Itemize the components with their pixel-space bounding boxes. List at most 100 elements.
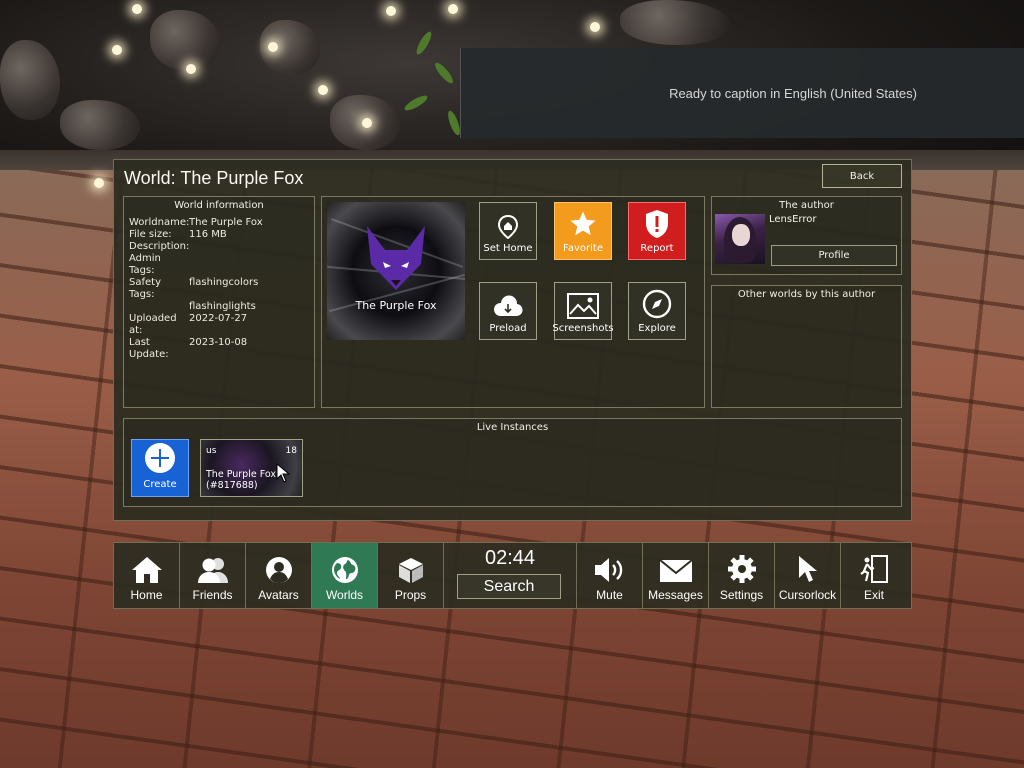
avatar[interactable] xyxy=(715,214,765,264)
cursorlock-button[interactable]: Cursorlock xyxy=(775,543,841,608)
profile-button[interactable]: Profile xyxy=(771,245,897,266)
string-light xyxy=(132,4,142,14)
string-light xyxy=(590,22,600,32)
author-heading: The author xyxy=(779,200,834,211)
exit-icon xyxy=(860,555,888,583)
image-icon xyxy=(567,293,599,319)
string-light xyxy=(386,6,396,16)
avatar-icon xyxy=(265,557,292,584)
favorite-button[interactable]: Favorite xyxy=(554,202,612,260)
messages-button[interactable]: Messages xyxy=(643,543,709,608)
speaker-icon xyxy=(594,558,622,582)
clock-search-area: 02:44 Search xyxy=(444,543,577,608)
info-row: flashinglights xyxy=(124,301,314,313)
string-light xyxy=(318,85,328,95)
report-label: Report xyxy=(640,243,674,254)
worlds-button[interactable]: Worlds xyxy=(312,543,378,608)
world-information-box: World information Worldname: The Purple F… xyxy=(123,196,315,408)
screenshots-label: Screenshots xyxy=(552,323,614,334)
home-label: Home xyxy=(130,588,163,602)
live-instances-box: Live Instances Create us 18 The Purple F… xyxy=(123,418,902,507)
set-home-label: Set Home xyxy=(483,243,533,254)
info-key: Worldname: xyxy=(129,217,190,228)
search-button[interactable]: Search xyxy=(457,574,561,599)
cloud-download-icon xyxy=(493,295,523,317)
instance-region: us xyxy=(206,446,217,456)
info-key: Last Update: xyxy=(129,337,169,360)
mouse-cursor-icon xyxy=(276,463,290,483)
settings-label: Settings xyxy=(719,588,764,602)
clock: 02:44 xyxy=(484,547,536,569)
thumbnail-label: The Purple Fox xyxy=(355,299,437,312)
mute-button[interactable]: Mute xyxy=(577,543,643,608)
compass-icon xyxy=(642,289,672,319)
back-button[interactable]: Back xyxy=(822,164,902,188)
preload-button[interactable]: Preload xyxy=(479,282,537,340)
map-pin-icon xyxy=(497,215,519,239)
string-light xyxy=(112,45,122,55)
world-information-heading: World information xyxy=(174,200,264,211)
main-menu-dock: Home Friends Avatars Worlds Props 02:44 … xyxy=(113,542,912,609)
friends-button[interactable]: Friends xyxy=(180,543,246,608)
info-value: 2023-10-08 xyxy=(189,337,248,348)
create-label: Create xyxy=(143,479,177,490)
home-icon xyxy=(131,557,162,583)
author-box: The author LensError Profile xyxy=(711,196,902,275)
globe-icon xyxy=(331,557,358,583)
preload-label: Preload xyxy=(489,323,527,334)
favorite-label: Favorite xyxy=(563,243,603,254)
gear-icon xyxy=(727,555,756,583)
caption-panel: Ready to caption in English (United Stat… xyxy=(460,48,1024,138)
live-instances-heading: Live Instances xyxy=(476,422,549,433)
home-button[interactable]: Home xyxy=(114,543,180,608)
set-home-button[interactable]: Set Home xyxy=(479,202,537,260)
props-label: Props xyxy=(394,588,427,602)
world-actions-box: The Purple Fox Set Home Favorite Report xyxy=(321,196,705,408)
world-thumbnail: The Purple Fox xyxy=(327,202,465,340)
create-instance-button[interactable]: Create xyxy=(131,439,189,497)
info-row: Safety Tags: flashingcolors xyxy=(124,277,314,301)
instance-world-name: The Purple Fox xyxy=(206,469,276,480)
explore-label: Explore xyxy=(638,323,676,334)
string-light xyxy=(268,42,278,52)
info-row: Uploaded at: 2022-07-27 xyxy=(124,313,314,337)
fox-logo xyxy=(367,226,425,290)
shield-alert-icon xyxy=(646,210,668,238)
friends-icon xyxy=(197,558,228,583)
explore-button[interactable]: Explore xyxy=(628,282,686,340)
info-key: File size: xyxy=(129,229,172,240)
info-row: File size: 116 MB xyxy=(124,229,314,241)
string-light xyxy=(448,4,458,14)
settings-button[interactable]: Settings xyxy=(709,543,775,608)
string-light xyxy=(94,178,104,188)
worlds-label: Worlds xyxy=(325,588,364,602)
cursor-icon xyxy=(798,556,817,582)
instance-player-count: 18 xyxy=(285,446,297,456)
info-key xyxy=(129,301,189,313)
info-row: Admin Tags: xyxy=(124,253,314,277)
info-row: Last Update: 2023-10-08 xyxy=(124,337,314,361)
string-light xyxy=(186,64,196,74)
messages-label: Messages xyxy=(648,588,703,602)
exit-label: Exit xyxy=(863,588,884,602)
props-button[interactable]: Props xyxy=(378,543,444,608)
caption-status: Ready to caption in English (United Stat… xyxy=(669,86,917,101)
author-name: LensError xyxy=(769,214,817,225)
star-icon xyxy=(570,211,596,236)
info-value: 2022-07-27 xyxy=(189,313,248,324)
info-value: 116 MB xyxy=(189,229,227,240)
string-light xyxy=(362,118,372,128)
cube-icon xyxy=(398,558,423,583)
info-value: flashinglights xyxy=(189,301,256,312)
avatars-label: Avatars xyxy=(258,588,299,602)
info-key: Uploaded at: xyxy=(129,313,177,336)
friends-label: Friends xyxy=(192,588,233,602)
info-value: flashingcolors xyxy=(189,277,259,288)
report-button[interactable]: Report xyxy=(628,202,686,260)
mute-label: Mute xyxy=(596,588,623,602)
avatars-button[interactable]: Avatars xyxy=(246,543,312,608)
screenshots-button[interactable]: Screenshots xyxy=(552,282,614,340)
page-title: World: The Purple Fox xyxy=(124,168,304,188)
exit-button[interactable]: Exit xyxy=(841,543,907,608)
world-detail-panel: World: The Purple Fox Back World informa… xyxy=(113,159,912,521)
